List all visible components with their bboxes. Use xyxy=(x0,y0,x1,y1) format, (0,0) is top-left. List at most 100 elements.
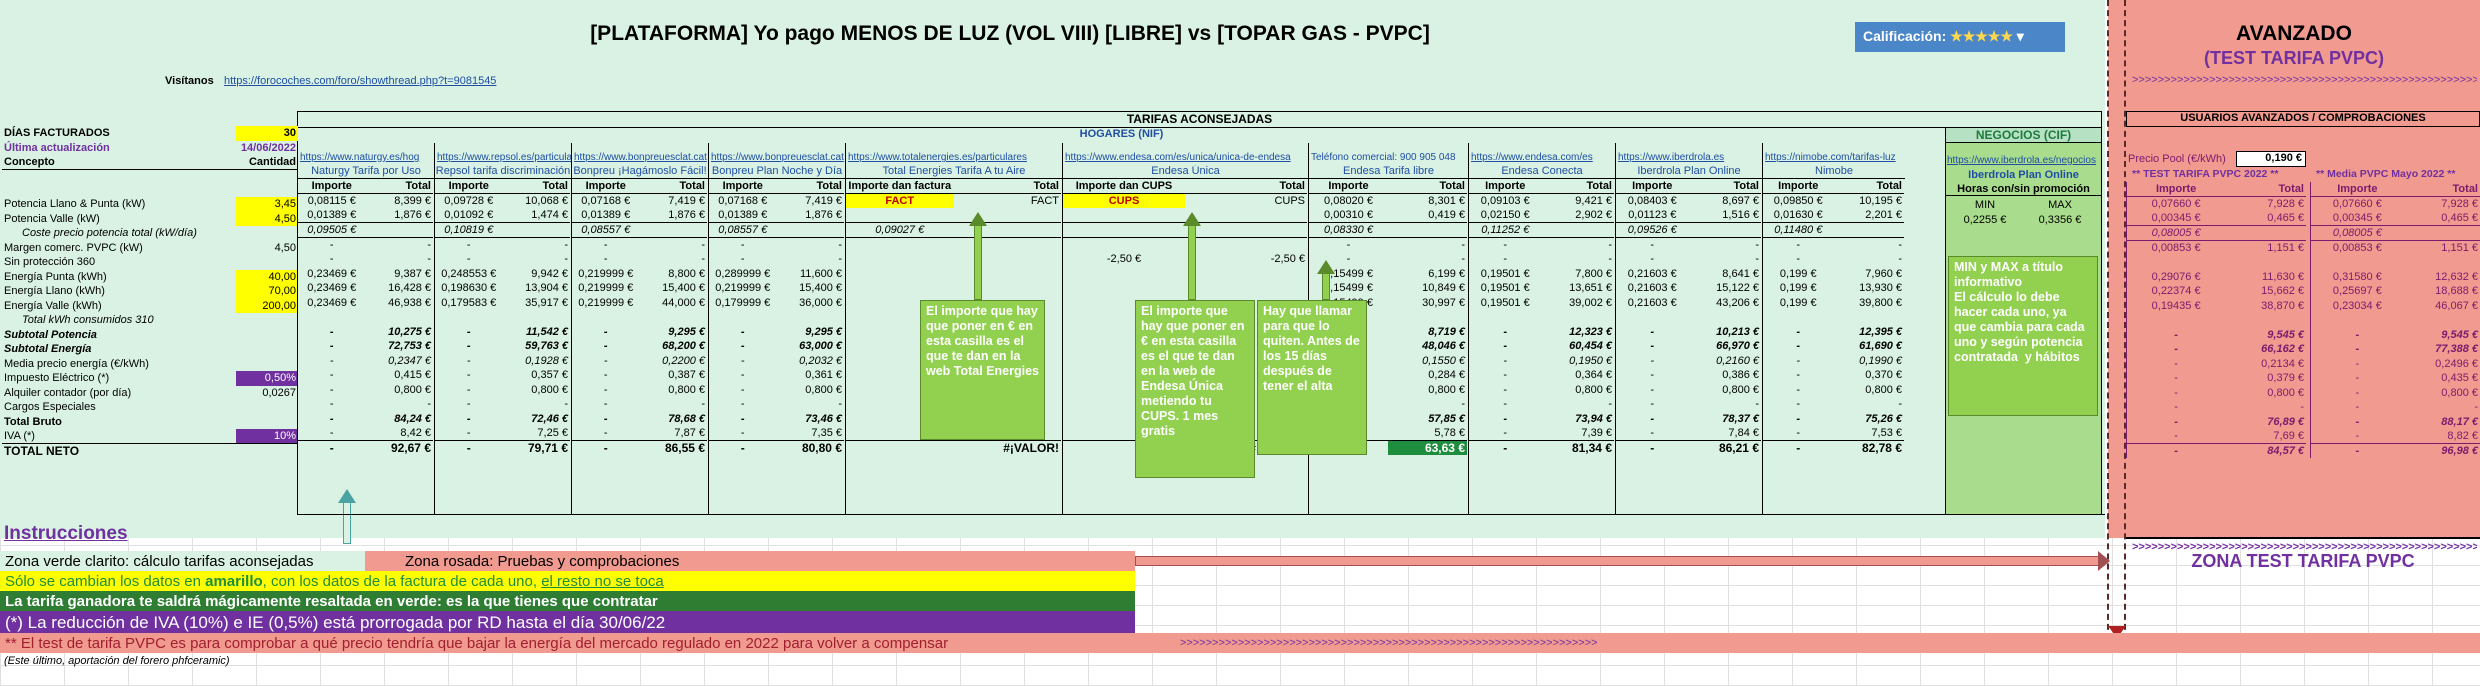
table-cell: 8,301 € xyxy=(1428,195,1465,207)
provider-link[interactable]: https://www.totalenergies.es/particulare… xyxy=(846,152,1062,165)
table-cell: 72,46 € xyxy=(531,412,568,425)
table-cell: 0,199 € xyxy=(1779,296,1817,309)
table-cell: - xyxy=(329,383,334,396)
column-header: Importe xyxy=(2126,182,2226,197)
concept-qty: 10% xyxy=(236,429,298,444)
table-cell: 0,09505 € xyxy=(298,222,366,238)
concept-qty xyxy=(236,443,298,458)
table-cell: - xyxy=(329,239,334,251)
table-row xyxy=(1763,310,1904,325)
table-row: 0,07168 € 7,419 € xyxy=(709,194,844,209)
table-cell: - xyxy=(427,398,431,411)
table-row xyxy=(2311,313,2480,328)
table-row: - 66,162 € xyxy=(2127,342,2307,357)
pool-value-input[interactable]: 0,190 € xyxy=(2236,151,2306,167)
visitors-link[interactable]: https://forocoches.com/foro/showthread.p… xyxy=(224,75,496,87)
table-row: 0,01389 € 1,876 € xyxy=(298,208,433,223)
table-cell: 84,24 € xyxy=(394,412,431,425)
table-cell: - xyxy=(838,253,842,266)
table-row: -96,98 € xyxy=(2310,443,2480,458)
column-header: Importe dan factura xyxy=(846,179,954,194)
concept-qty[interactable]: 3,45 xyxy=(236,197,298,212)
arrow-up-icon xyxy=(1188,225,1196,300)
table-cell: - xyxy=(1650,369,1655,382)
table-cell: - xyxy=(1469,440,1542,455)
table-cell: - xyxy=(1503,325,1508,338)
table-cell: 0,23469 € xyxy=(307,282,357,295)
table-cell: 7,84 € xyxy=(1728,427,1759,439)
table-cell: - xyxy=(1461,398,1465,411)
table-cell xyxy=(2225,313,2306,328)
table-cell xyxy=(1063,237,1185,252)
table-row xyxy=(2127,313,2307,328)
table-cell: - xyxy=(329,398,334,411)
table-row: - 7,69 € xyxy=(2127,429,2307,444)
provider-values: Importe Total 0,09850 € 10,195 € 0,01630 € 2,… xyxy=(1763,179,1904,455)
table-row: - 7,35 € xyxy=(709,426,844,441)
table-cell: 78,37 € xyxy=(1722,412,1759,425)
instr-pink-zone: Zona rosada: Pruebas y comprobaciones xyxy=(365,551,1135,571)
provider-link[interactable]: https://www.iberdrola.es xyxy=(1616,152,1762,165)
table-row: 0,01630 € 2,201 € xyxy=(1763,208,1904,223)
table-cell[interactable]: CUPS xyxy=(1063,193,1185,208)
provider-link[interactable]: https://nimobe.com/tarifas-luz xyxy=(1763,152,1905,165)
provider-link[interactable]: https://www.repsol.es/particulares xyxy=(435,152,571,165)
table-cell: 0,800 € xyxy=(2441,386,2478,399)
concept-qty[interactable]: 4,50 xyxy=(236,211,298,226)
table-cell: - xyxy=(838,239,842,251)
table-cell xyxy=(298,310,366,325)
provider-link[interactable]: https://www.bonpreuesclat.cat xyxy=(572,152,708,165)
concept-qty[interactable]: 200,00 xyxy=(236,298,298,313)
concept-row: Total kWh consumidos 310 xyxy=(2,313,298,328)
table-cell: - xyxy=(1503,369,1508,382)
table-cell: 7,419 € xyxy=(668,195,705,207)
table-cell: 0,08115 € xyxy=(307,195,356,207)
table-cell: - xyxy=(1503,412,1508,425)
concept-qty[interactable]: 70,00 xyxy=(236,284,298,299)
table-row: -- xyxy=(1469,397,1614,412)
table-cell xyxy=(435,310,503,325)
table-row: - 0,2032 € xyxy=(709,354,844,369)
table-cell: - xyxy=(329,325,334,338)
table-cell xyxy=(1688,222,1761,238)
table-cell: - xyxy=(1503,239,1508,251)
table-row: -- xyxy=(1616,252,1761,267)
provider-link[interactable]: https://www.endesa.com/es/unica/unica-de… xyxy=(1063,152,1308,165)
table-cell: - xyxy=(329,340,334,353)
table-row: - 7,53 € xyxy=(1763,426,1904,441)
table-cell: 0,08005 € xyxy=(2126,225,2226,241)
table-row: 0,09728 € 10,068 € xyxy=(435,194,570,209)
arrow-up-icon xyxy=(1322,273,1330,300)
provider-link[interactable]: https://www.naturgy.es/hog xyxy=(298,152,434,165)
table-cell: - xyxy=(603,354,608,367)
table-row: -- xyxy=(1469,238,1614,253)
table-cell: 0,800 € xyxy=(1722,383,1759,396)
table-cell xyxy=(1388,222,1467,238)
table-cell: - xyxy=(701,239,705,251)
table-cell: - xyxy=(2355,328,2360,341)
negocio-link[interactable]: https://www.iberdrola.es/negocios xyxy=(1947,155,2100,166)
provider-link[interactable]: https://www.endesa.com/es xyxy=(1469,152,1615,165)
table-cell: #¡VALOR! xyxy=(953,440,1061,455)
column-header: Total xyxy=(776,179,844,194)
table-cell: - xyxy=(2355,430,2360,442)
dias-value[interactable]: 30 xyxy=(236,126,298,141)
table-cell[interactable]: FACT xyxy=(846,193,954,208)
table-cell: - xyxy=(2174,343,2178,356)
table-cell: 0,31580 € xyxy=(2332,270,2382,283)
table-cell: 8,399 € xyxy=(394,195,431,207)
table-cell: 7,960 € xyxy=(1865,267,1902,280)
column-header: Total xyxy=(953,179,1061,194)
table-cell: 73,94 € xyxy=(1575,412,1612,425)
table-row: 0,21603 € 15,122 € xyxy=(1616,281,1761,296)
table-row: - 0,800 € xyxy=(435,383,570,398)
provider-link[interactable]: Teléfono comercial: 900 905 048 xyxy=(1309,152,1468,165)
table-cell: 0,00853 € xyxy=(2151,242,2201,254)
table-cell: - xyxy=(603,239,608,251)
rating-dropdown[interactable]: Calificación: ★★★★★ ▾ xyxy=(1855,22,2065,52)
table-row: 0,289999 € 11,600 € xyxy=(709,267,844,282)
concept-qty[interactable]: 40,00 xyxy=(236,269,298,284)
table-cell xyxy=(2404,255,2480,270)
table-row: 0,21603 € 8,641 € xyxy=(1616,267,1761,282)
provider-link[interactable]: https://www.bonpreuesclat.cat xyxy=(709,152,845,165)
